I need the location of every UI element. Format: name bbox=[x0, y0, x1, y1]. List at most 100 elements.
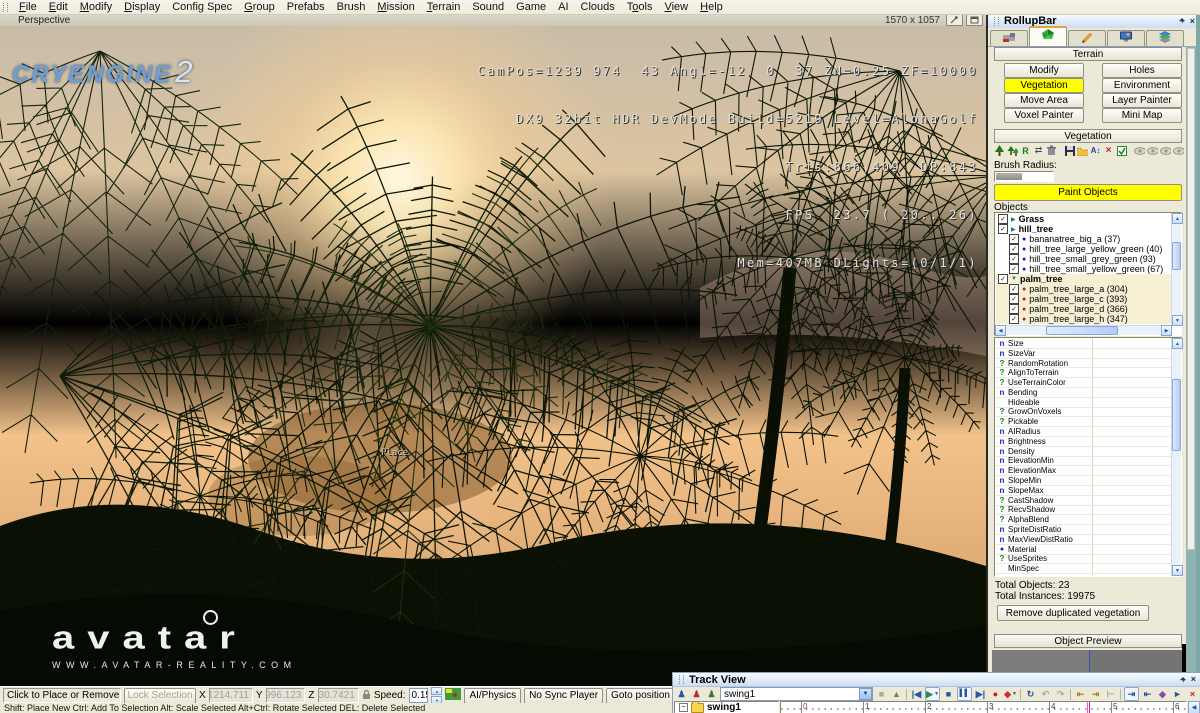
property-value[interactable] bbox=[1092, 456, 1171, 466]
vegetation-object-row-hill-tree-large-yellow-green[interactable]: ✓ ● hill_tree_large_yellow_green (40) bbox=[996, 244, 1171, 254]
property-value[interactable] bbox=[1092, 397, 1171, 407]
pin-icon[interactable] bbox=[1176, 16, 1188, 26]
menu-item-file[interactable]: File bbox=[13, 1, 43, 14]
terrain-button-voxel-painter[interactable]: Voxel Painter bbox=[1004, 108, 1084, 123]
property-value[interactable] bbox=[1092, 564, 1171, 574]
checkbox-icon[interactable]: ✓ bbox=[1009, 244, 1019, 254]
property-value[interactable] bbox=[1092, 505, 1171, 515]
viewport-settings-icon[interactable] bbox=[946, 14, 963, 26]
move-keys-icon[interactable]: ⇤ bbox=[1074, 688, 1087, 700]
scroll-thumb[interactable] bbox=[1187, 48, 1195, 550]
scroll-right-icon[interactable]: ▶ bbox=[1161, 325, 1172, 336]
vegetation-properties-list[interactable]: n Size n SizeVar? RandomRotation? AlignToTerr… bbox=[994, 337, 1183, 577]
terrain-button-vegetation[interactable]: Vegetation bbox=[1004, 78, 1084, 93]
checkbox-icon[interactable]: ✓ bbox=[1009, 304, 1019, 314]
export-icon[interactable] bbox=[1064, 145, 1075, 157]
menu-item-game[interactable]: Game bbox=[510, 1, 552, 14]
stop-icon[interactable]: ■ bbox=[942, 688, 955, 700]
playhead[interactable] bbox=[1087, 702, 1090, 713]
property-row-hideable[interactable]: Hideable bbox=[996, 398, 1171, 408]
property-row-useterraincolor[interactable]: ? UseTerrainColor bbox=[996, 378, 1171, 388]
go-to-start-icon[interactable]: |◀ bbox=[910, 688, 923, 700]
property-value[interactable] bbox=[1092, 485, 1171, 495]
slide-keys-icon[interactable]: ⇥ bbox=[1089, 688, 1102, 700]
scroll-thumb[interactable] bbox=[1172, 379, 1181, 451]
property-row-spritedistratio[interactable]: n SpriteDistRatio bbox=[996, 525, 1171, 535]
delete-sequence-icon[interactable]: ♟ bbox=[690, 688, 703, 700]
close-icon[interactable]: × bbox=[1189, 675, 1198, 684]
property-row-pickable[interactable]: ? Pickable bbox=[996, 417, 1171, 428]
terrain-button-mini-map[interactable]: Mini Map bbox=[1102, 108, 1182, 123]
vegetation-object-row-palm-tree[interactable]: ✓ ▼ palm_tree bbox=[996, 274, 1171, 284]
menu-item-mission[interactable]: Mission bbox=[371, 1, 420, 14]
vegetation-object-row-bananatree-big-a[interactable]: ✓ ● bananatree_big_a (37) bbox=[996, 234, 1171, 244]
property-row-elevationmin[interactable]: n ElevationMin bbox=[996, 456, 1171, 467]
chevron-down-icon[interactable]: ▼ bbox=[1012, 689, 1017, 699]
z-coordinate-field[interactable]: 30.7421 bbox=[317, 688, 359, 703]
scroll-up-icon[interactable]: ▲ bbox=[1172, 213, 1183, 224]
add-sequence-icon[interactable]: ♟ bbox=[675, 688, 688, 700]
track-view-grip[interactable] bbox=[679, 675, 684, 684]
property-row-slopemin[interactable]: n SlopeMin bbox=[996, 476, 1171, 486]
collapsed-arrow-icon[interactable]: ▶ bbox=[1011, 226, 1016, 233]
scroll-thumb[interactable] bbox=[1046, 326, 1118, 335]
menu-item-clouds[interactable]: Clouds bbox=[575, 1, 621, 14]
pause-icon[interactable]: ▌▌ bbox=[957, 687, 972, 701]
property-value[interactable] bbox=[1092, 339, 1171, 348]
tab-terrain[interactable] bbox=[1029, 26, 1067, 46]
pin-icon[interactable] bbox=[1177, 675, 1189, 685]
menu-item-config-spec[interactable]: Config Spec bbox=[166, 1, 238, 14]
speed-field[interactable]: 0.15 bbox=[408, 688, 429, 703]
property-value[interactable] bbox=[1092, 446, 1171, 456]
property-value[interactable] bbox=[1092, 348, 1171, 358]
property-row-randomrotation[interactable]: ? RandomRotation bbox=[996, 359, 1171, 369]
menu-item-edit[interactable]: Edit bbox=[43, 1, 74, 14]
clone-object-icon[interactable] bbox=[1007, 145, 1018, 157]
property-value[interactable] bbox=[1092, 476, 1171, 485]
spin-up-icon[interactable]: ▲ bbox=[431, 687, 443, 695]
rollupbar-titlebar[interactable]: RollupBar × bbox=[988, 14, 1200, 29]
chevron-down-icon[interactable]: ▼ bbox=[859, 688, 872, 700]
property-row-airadius[interactable]: n AIRadius bbox=[996, 427, 1171, 437]
vegetation-object-row-hill-tree-small-grey-green[interactable]: ✓ ● hill_tree_small_grey_green (93) bbox=[996, 254, 1171, 264]
menu-item-ai[interactable]: AI bbox=[552, 1, 574, 14]
terrain-button-modify[interactable]: Modify bbox=[1004, 63, 1084, 78]
menu-item-group[interactable]: Group bbox=[238, 1, 281, 14]
y-coordinate-field[interactable]: 996.123 bbox=[265, 688, 306, 703]
tab-modelling[interactable] bbox=[1068, 30, 1106, 46]
terrain-button-move-area[interactable]: Move Area bbox=[1004, 93, 1084, 108]
checkbox-icon[interactable]: ✓ bbox=[1009, 284, 1019, 294]
viewport-mode-label[interactable]: Perspective bbox=[0, 15, 70, 26]
property-row-size[interactable]: n Size bbox=[996, 339, 1171, 349]
terrain-button-layer-painter[interactable]: Layer Painter bbox=[1102, 93, 1182, 108]
checkbox-icon[interactable]: ✓ bbox=[1009, 314, 1019, 324]
lock-selection-button[interactable]: Lock Selection bbox=[124, 687, 197, 704]
terrain-button-environment[interactable]: Environment bbox=[1102, 78, 1182, 93]
property-value[interactable] bbox=[1092, 368, 1171, 378]
brush-radius-slider[interactable] bbox=[994, 171, 1054, 182]
property-row-aligntoterrain[interactable]: ? AlignToTerrain bbox=[996, 368, 1171, 379]
property-value[interactable] bbox=[1092, 544, 1171, 554]
properties-vscrollbar[interactable]: ▲ ▼ bbox=[1171, 338, 1183, 576]
vegetation-rollup-header[interactable]: Vegetation bbox=[994, 129, 1182, 143]
scroll-left-icon[interactable]: ◀ bbox=[995, 325, 1006, 336]
sequence-select[interactable]: swing1 ▼ bbox=[720, 687, 873, 701]
vegetation-object-row-hill-tree[interactable]: ✓ ▶ hill_tree bbox=[996, 224, 1171, 234]
clear-selection-icon[interactable]: × bbox=[1103, 145, 1114, 157]
property-value[interactable] bbox=[1092, 436, 1171, 446]
sequence-node-label[interactable]: swing1 bbox=[707, 702, 741, 713]
add-object-icon[interactable] bbox=[994, 144, 1005, 157]
key-select-icon[interactable]: ► bbox=[1171, 688, 1184, 700]
property-value[interactable] bbox=[1092, 427, 1171, 436]
menu-item-display[interactable]: Display bbox=[118, 1, 166, 14]
scroll-up-icon[interactable]: ▲ bbox=[1172, 338, 1183, 349]
menu-item-help[interactable]: Help bbox=[694, 1, 729, 14]
play-icon[interactable]: ▶ ▼ bbox=[925, 687, 940, 701]
property-row-alphablend[interactable]: ? AlphaBlend bbox=[996, 515, 1171, 526]
distribute-icon[interactable]: ⇄ bbox=[1033, 145, 1044, 157]
property-row-layer-frozen[interactable]: ?Layer_Frozen bbox=[996, 574, 1171, 575]
terrain-rollup-header[interactable]: Terrain bbox=[994, 47, 1182, 61]
lock-icon[interactable] bbox=[362, 689, 371, 703]
visibility-c-icon[interactable] bbox=[1160, 145, 1171, 157]
menu-item-prefabs[interactable]: Prefabs bbox=[281, 1, 331, 14]
